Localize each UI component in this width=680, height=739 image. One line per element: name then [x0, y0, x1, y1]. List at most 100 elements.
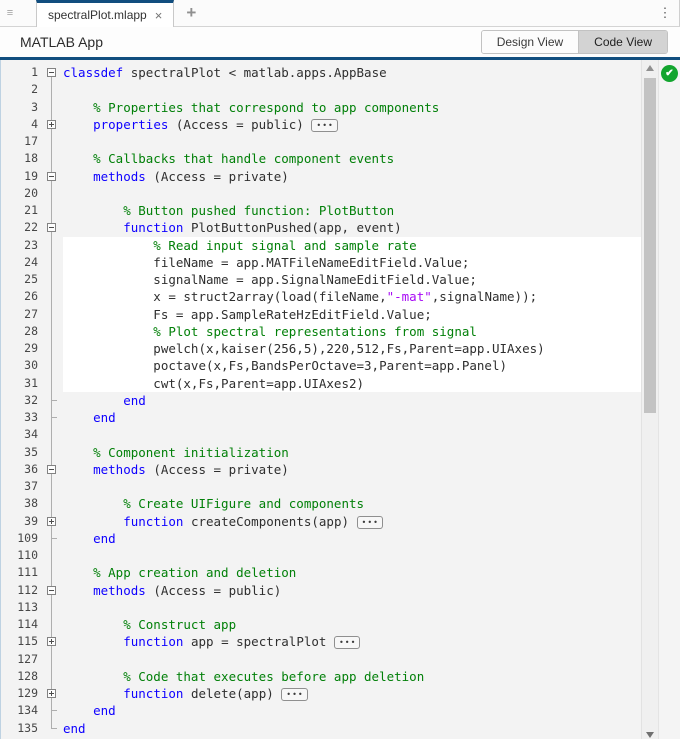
fold-expand-icon[interactable]	[47, 516, 56, 526]
code-line: 127	[1, 650, 641, 669]
code-text[interactable]: function delete(app) •••	[63, 685, 641, 702]
line-number: 30	[24, 358, 38, 373]
code-text[interactable]	[63, 133, 641, 150]
code-lines[interactable]: 1 classdef spectralPlot < matlab.apps.App…	[1, 60, 641, 739]
code-analyzer-status-icon[interactable]: ✔	[661, 65, 678, 82]
code-line: 4 properties (Access = public) •••	[1, 115, 641, 134]
tab-close-icon[interactable]: ×	[155, 9, 163, 22]
design-view-button[interactable]: Design View	[481, 31, 579, 53]
code-text[interactable]: cwt(x,Fs,Parent=app.UIAxes2)	[63, 374, 641, 392]
code-text[interactable]: % Construct app	[63, 616, 641, 633]
code-line: 17	[1, 133, 641, 151]
code-text[interactable]: end	[63, 702, 641, 719]
fold-expand-icon[interactable]	[47, 689, 56, 698]
fold-column	[41, 598, 63, 617]
code-text[interactable]	[63, 185, 641, 202]
fold-column	[41, 357, 63, 375]
code-text[interactable]	[63, 599, 641, 616]
code-text[interactable]: methods (Access = private)	[63, 168, 641, 185]
fold-collapse-icon[interactable]	[47, 171, 56, 181]
code-text[interactable]: % Component initialization	[63, 444, 641, 461]
tab-strip-grip-icon[interactable]: ≡	[0, 0, 20, 26]
collapsed-code-ellipsis-button[interactable]: •••	[281, 688, 308, 701]
fold-expand-icon[interactable]	[47, 119, 56, 129]
tab-spectralplot[interactable]: spectralPlot.mlapp ×	[36, 0, 175, 27]
code-text[interactable]: end	[63, 720, 641, 737]
code-text[interactable]: % Properties that correspond to app comp…	[63, 99, 641, 116]
fold-column	[41, 150, 63, 168]
code-line: 1 classdef spectralPlot < matlab.apps.App…	[1, 64, 641, 82]
scrollbar-thumb[interactable]	[644, 78, 656, 413]
code-text[interactable]: Fs = app.SampleRateHzEditField.Value;	[63, 305, 641, 323]
code-text[interactable]: % Code that executes before app deletion	[63, 668, 641, 685]
code-text[interactable]: % Create UIFigure and components	[63, 495, 641, 512]
code-text[interactable]: x = struct2array(load(fileName,"-mat",si…	[63, 288, 641, 306]
new-tab-button[interactable]: +	[174, 0, 208, 26]
code-line: 38 % Create UIFigure and components	[1, 495, 641, 513]
code-text[interactable]: methods (Access = private)	[63, 461, 641, 478]
line-number: 20	[24, 185, 38, 200]
code-text[interactable]: poctave(x,Fs,BandsPerOctave=3,Parent=app…	[63, 357, 641, 375]
vertical-scrollbar[interactable]	[641, 60, 658, 739]
app-designer-window: ≡ spectralPlot.mlapp × + ⋮ MATLAB App De…	[0, 0, 680, 739]
code-line: 29 pwelch(x,kaiser(256,5),220,512,Fs,Par…	[1, 340, 641, 358]
fold-expand-icon[interactable]	[47, 637, 56, 647]
app-toolbar: MATLAB App Design View Code View	[0, 27, 680, 57]
collapsed-code-ellipsis-button[interactable]: •••	[311, 118, 338, 132]
fold-column	[41, 374, 63, 393]
code-text[interactable]	[63, 547, 641, 564]
code-text[interactable]: % Button pushed function: PlotButton	[63, 202, 641, 219]
code-text[interactable]: function createComponents(app) •••	[63, 513, 641, 530]
line-number: 110	[17, 548, 38, 562]
fold-collapse-icon[interactable]	[47, 585, 56, 595]
code-line: 18 % Callbacks that handle component eve…	[1, 150, 641, 168]
code-text[interactable]: properties (Access = public) •••	[63, 116, 641, 133]
code-line: 111 % App creation and deletion	[1, 564, 641, 582]
fold-collapse-icon[interactable]	[47, 464, 56, 474]
code-text[interactable]	[63, 426, 641, 443]
scroll-down-arrow-icon[interactable]	[646, 732, 654, 738]
code-view-button[interactable]: Code View	[578, 31, 667, 53]
fold-column	[41, 81, 63, 99]
line-number: 18	[24, 151, 38, 166]
fold-column	[41, 512, 63, 531]
code-text[interactable]	[63, 651, 641, 668]
code-text[interactable]: end	[63, 392, 641, 409]
collapsed-code-ellipsis-button[interactable]: •••	[333, 636, 361, 650]
line-number: 1	[31, 65, 38, 79]
code-text[interactable]: function app = spectralPlot •••	[63, 633, 641, 650]
code-text[interactable]: pwelch(x,kaiser(256,5),220,512,Fs,Parent…	[63, 340, 641, 358]
code-text[interactable]: % Read input signal and sample rate	[63, 236, 641, 254]
code-text[interactable]: % Callbacks that handle component events	[63, 150, 641, 167]
code-line: 128 % Code that executes before app dele…	[1, 667, 641, 686]
code-text[interactable]: methods (Access = public)	[63, 582, 641, 599]
fold-collapse-icon[interactable]	[47, 223, 56, 233]
code-line: 25 signalName = app.SignalNameEditField.…	[1, 271, 641, 289]
line-number: 38	[24, 496, 38, 511]
fold-column	[41, 288, 63, 306]
scroll-up-arrow-icon[interactable]	[646, 65, 654, 71]
code-text[interactable]: classdef spectralPlot < matlab.apps.AppB…	[63, 64, 641, 81]
code-line: 129 function delete(app) •••	[1, 685, 641, 703]
tab-bar-menu-icon[interactable]: ⋮	[651, 0, 679, 26]
code-line: 3 % Properties that correspond to app co…	[1, 98, 641, 117]
code-text[interactable]: signalName = app.SignalNameEditField.Val…	[63, 271, 641, 289]
fold-column	[41, 322, 63, 341]
fold-column	[41, 409, 63, 427]
fold-column	[41, 719, 63, 737]
code-text[interactable]: % Plot spectral representations from sig…	[63, 322, 641, 340]
line-number: 21	[24, 203, 38, 217]
code-text[interactable]: fileName = app.MATFileNameEditField.Valu…	[63, 253, 641, 271]
fold-collapse-icon[interactable]	[47, 68, 56, 77]
line-number: 35	[24, 444, 38, 459]
code-text[interactable]: function PlotButtonPushed(app, event)	[63, 219, 641, 236]
fold-column	[41, 219, 63, 237]
code-text[interactable]: end	[63, 409, 641, 426]
code-text[interactable]: end	[63, 530, 641, 547]
code-text[interactable]	[63, 478, 641, 495]
code-text[interactable]	[63, 81, 641, 98]
code-line: 37	[1, 478, 641, 496]
code-text[interactable]: % App creation and deletion	[63, 564, 641, 581]
collapsed-code-ellipsis-button[interactable]: •••	[356, 515, 383, 529]
fold-column	[41, 391, 63, 410]
